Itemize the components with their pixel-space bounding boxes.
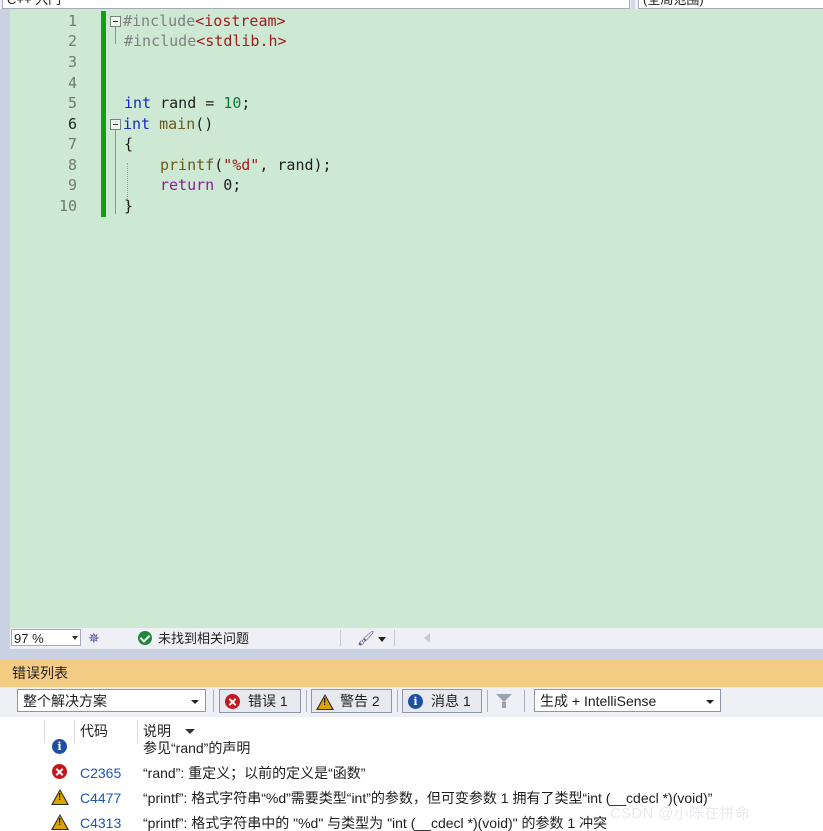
filter-icon[interactable] [496, 694, 512, 708]
code-line-8: printf("%d", rand); [160, 156, 332, 174]
panel-title: 错误列表 [12, 665, 68, 681]
code-line-9: return 0; [160, 176, 242, 194]
messages-filter-label: 消息 1 [431, 693, 471, 709]
code-line-1: #include<iostream> [123, 12, 286, 30]
code-line-2: #include<stdlib.h> [124, 32, 287, 50]
code-cleanup-icon[interactable]: 🖌 [357, 630, 375, 647]
divider [394, 630, 395, 646]
divider [340, 630, 341, 646]
line-number: 8 [67, 156, 77, 174]
row-description: “printf”: 格式字符串中的 "%d" 与类型为 "int (__cdec… [143, 815, 608, 831]
row-icon [50, 788, 70, 808]
messages-filter-button[interactable]: 消息 1 [402, 689, 482, 713]
line-number: 10 [58, 197, 77, 215]
code-line-6: int main() [123, 115, 214, 133]
errors-filter-label: 错误 1 [248, 693, 288, 709]
scroll-left-icon[interactable] [424, 633, 430, 643]
zoom-dropdown[interactable]: 97 % [11, 629, 81, 646]
line-number-gutter: 1 2 3 4 5 6 7 8 9 10 [10, 9, 100, 628]
divider [213, 690, 214, 712]
info-icon [408, 694, 423, 709]
sort-down-icon[interactable] [185, 729, 195, 734]
nav-divider [631, 0, 635, 9]
project-dropdown[interactable]: C++ 入门 [2, 0, 630, 9]
error-icon [52, 764, 67, 779]
table-row[interactable]: 参见“rand”的声明 [0, 736, 823, 760]
row-code[interactable]: C4477 [80, 786, 121, 810]
line-number: 5 [67, 94, 77, 112]
divider [524, 690, 525, 712]
check-circle-icon [138, 631, 152, 645]
warning-icon [316, 694, 334, 710]
copilot-icon[interactable]: ✵ [88, 630, 100, 647]
scope-filter-dropdown[interactable]: 整个解决方案 [17, 689, 206, 712]
divider [397, 690, 398, 712]
table-row[interactable]: C2365 “rand”: 重定义；以前的定义是“函数” [0, 761, 823, 785]
fold-line [115, 27, 116, 44]
chevron-down-icon [706, 700, 714, 704]
build-source-value: 生成 + IntelliSense [540, 693, 657, 709]
collapse-toggle-icon[interactable] [110, 16, 121, 27]
line-number-current: 6 [67, 115, 77, 133]
editor-status-bar: 97 % ✵ 未找到相关问题 🖌 [10, 628, 823, 649]
change-tracking-bar [101, 11, 106, 217]
row-code[interactable]: C2365 [80, 761, 121, 785]
code-line-7: { [124, 135, 134, 153]
chevron-down-icon [191, 700, 199, 704]
issues-status-text[interactable]: 未找到相关问题 [158, 630, 249, 647]
panel-title-bar[interactable]: 错误列表 [0, 659, 823, 687]
panel-splitter[interactable] [0, 649, 823, 659]
build-source-dropdown[interactable]: 生成 + IntelliSense [534, 689, 721, 712]
warning-icon [51, 814, 69, 830]
line-number: 9 [67, 176, 77, 194]
collapse-toggle-icon[interactable] [110, 119, 121, 130]
row-code[interactable]: C4313 [80, 811, 121, 831]
watermark: CSDN @小陈在拼命 [610, 805, 751, 822]
row-icon [50, 763, 70, 783]
line-number: 2 [67, 32, 77, 50]
fold-line [115, 130, 116, 214]
row-icon [50, 813, 70, 831]
warnings-filter-label: 警告 2 [340, 693, 380, 709]
row-description: “rand”: 重定义；以前的定义是“函数” [143, 765, 366, 781]
divider [487, 690, 488, 712]
line-number: 7 [67, 135, 77, 153]
warnings-filter-button[interactable]: 警告 2 [311, 689, 392, 713]
divider [306, 690, 307, 712]
code-line-10: } [124, 197, 134, 215]
errors-filter-button[interactable]: 错误 1 [219, 689, 301, 713]
line-number: 1 [67, 12, 77, 30]
zoom-value: 97 % [14, 631, 44, 646]
editor-frame: 1 2 3 4 5 6 7 8 9 10 #include<iostream> … [0, 9, 823, 628]
code-editor[interactable]: 1 2 3 4 5 6 7 8 9 10 #include<iostream> … [10, 9, 823, 628]
line-number: 3 [67, 53, 77, 71]
chevron-down-icon [72, 636, 78, 640]
navigation-bar: C++ 入门 (全局范围) [0, 0, 823, 9]
warning-icon [51, 789, 69, 805]
error-icon [225, 694, 240, 709]
error-list-toolbar: 整个解决方案 错误 1 警告 2 消息 1 生成 + IntelliSense [0, 687, 823, 717]
code-line-5: int rand = 10; [124, 94, 251, 112]
row-icon [50, 738, 70, 758]
row-description: 参见“rand”的声明 [143, 740, 251, 756]
scope-dropdown[interactable]: (全局范围) [638, 0, 823, 9]
line-number: 4 [67, 74, 77, 92]
scope-filter-value: 整个解决方案 [23, 693, 107, 709]
info-icon [52, 739, 67, 754]
chevron-down-icon[interactable] [378, 637, 386, 642]
